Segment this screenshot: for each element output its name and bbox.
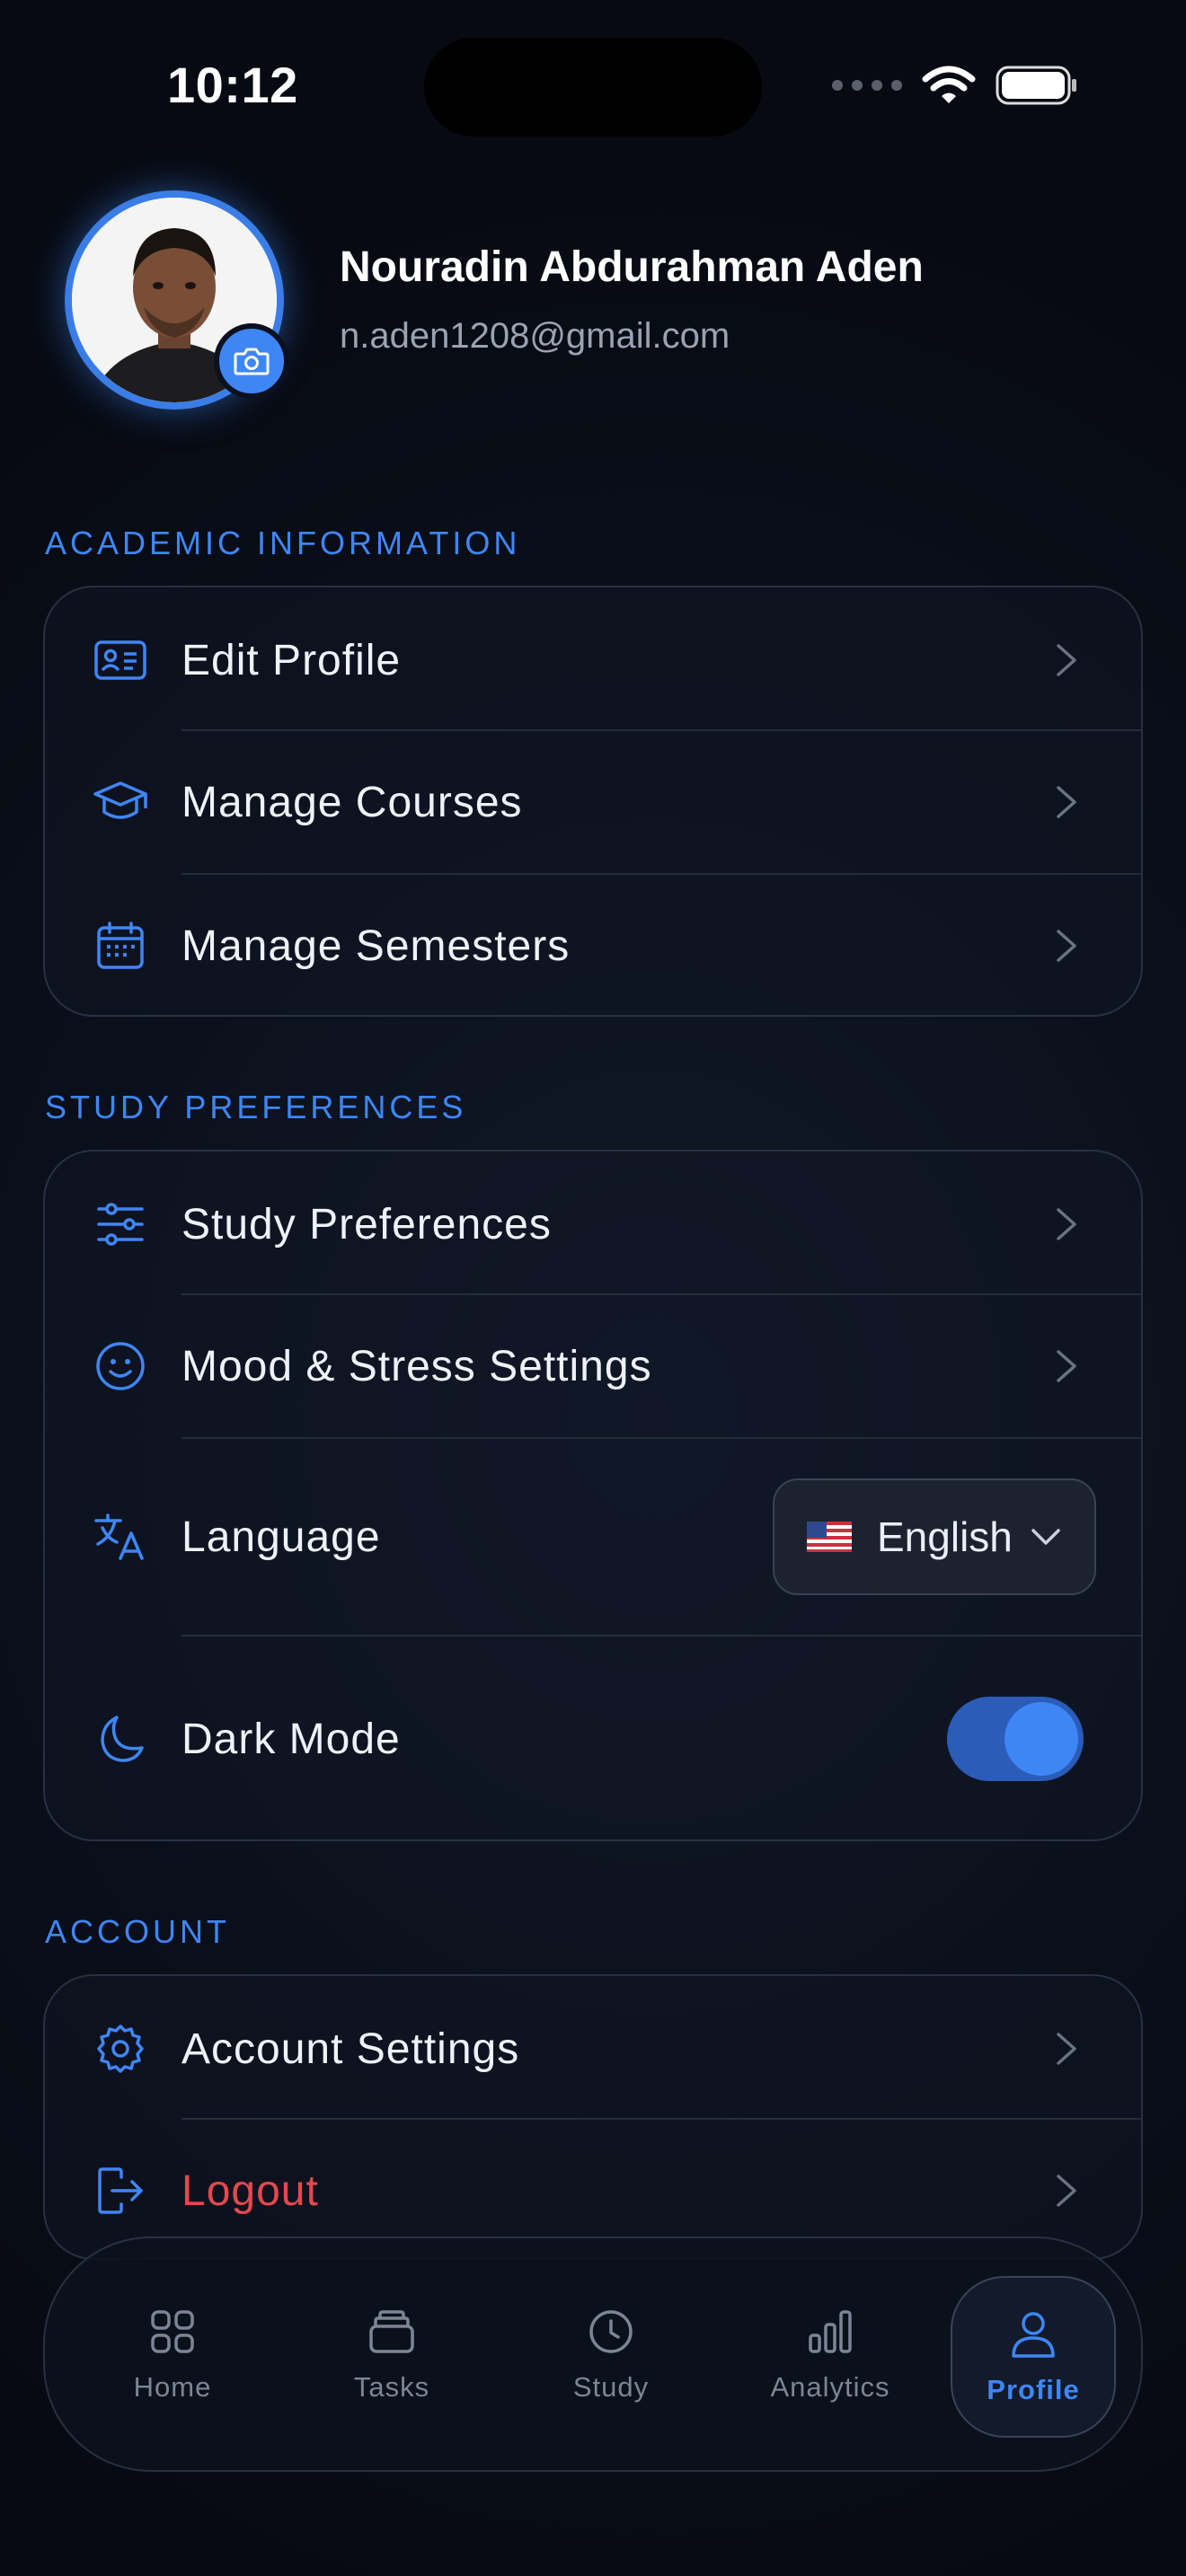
profile-email: n.aden1208@gmail.com (340, 316, 730, 356)
status-time: 10:12 (167, 57, 298, 113)
menu-item-label: Dark Mode (181, 1715, 401, 1763)
dynamic-island (424, 38, 762, 137)
chevron-right-icon (1057, 2175, 1076, 2207)
chevron-right-icon (1057, 2033, 1076, 2065)
menu-item-label: Edit Profile (181, 636, 402, 684)
menu-item-manage-courses[interactable]: Manage Courses (45, 731, 1141, 873)
tab-label: Study (572, 2371, 650, 2403)
menu-item-label: Study Preferences (181, 1200, 552, 1248)
chevron-right-icon (1057, 1208, 1076, 1240)
profile-name: Nouradin Abdurahman Aden (340, 243, 924, 291)
stack-icon (369, 2310, 414, 2353)
tab-label: Tasks (353, 2371, 430, 2403)
avatar-container[interactable] (65, 190, 289, 410)
menu-item-label: Manage Semesters (181, 922, 571, 970)
tab-analytics[interactable]: Analytics (731, 2238, 929, 2470)
section-title-study: STUDY PREFERENCES (45, 1089, 467, 1125)
dark-mode-toggle[interactable] (947, 1697, 1084, 1781)
menu-item-label: Language (181, 1513, 381, 1561)
chevron-right-icon (1057, 644, 1076, 676)
person-icon (1012, 2312, 1055, 2358)
account-card: Account Settings Logout (43, 1974, 1143, 2260)
menu-item-label-logout: Logout (181, 2166, 319, 2215)
tab-profile[interactable]: Profile (951, 2276, 1116, 2438)
language-value: English (877, 1513, 1013, 1560)
menu-item-account-settings[interactable]: Account Settings (45, 1978, 1141, 2120)
section-title-academic: ACADEMIC INFORMATION (45, 525, 521, 561)
status-indicators (832, 65, 1078, 106)
cellular-signal-icon (832, 80, 902, 91)
bottom-tab-bar: Home Tasks Study Analytics Profile (43, 2236, 1143, 2472)
wifi-icon (922, 66, 976, 103)
logout-icon (92, 2162, 149, 2219)
tab-study[interactable]: Study (512, 2238, 710, 2470)
academic-card: Edit Profile Manage Courses Manage Semes… (43, 586, 1143, 1017)
bar-chart-icon (809, 2310, 852, 2353)
graduation-cap-icon (92, 773, 149, 831)
menu-item-mood-stress[interactable]: Mood & Stress Settings (45, 1295, 1141, 1437)
sliders-icon (92, 1195, 149, 1253)
gear-icon (92, 2020, 149, 2078)
toggle-knob (1005, 1702, 1078, 1776)
id-card-icon (92, 631, 149, 689)
tab-label: Home (133, 2371, 212, 2403)
tab-tasks[interactable]: Tasks (293, 2238, 491, 2470)
menu-item-dark-mode: Dark Mode (45, 1636, 1141, 1839)
study-card: Study Preferences Mood & Stress Settings (43, 1150, 1143, 1841)
tab-label: Analytics (770, 2371, 890, 2403)
menu-item-label: Mood & Stress Settings (181, 1342, 652, 1390)
section-title-account: ACCOUNT (45, 1913, 230, 1950)
menu-item-language: Language English (45, 1439, 1141, 1635)
clock-icon (589, 2310, 633, 2353)
chevron-right-icon (1057, 930, 1076, 962)
language-select[interactable]: English (773, 1478, 1096, 1595)
menu-item-label: Account Settings (181, 2025, 520, 2073)
translate-icon (92, 1508, 149, 1566)
battery-icon (996, 66, 1076, 105)
chevron-right-icon (1057, 1350, 1076, 1382)
us-flag-icon (807, 1522, 852, 1552)
smile-icon (92, 1337, 149, 1395)
tab-home[interactable]: Home (74, 2238, 271, 2470)
chevron-down-icon (1031, 1529, 1060, 1545)
menu-item-label: Manage Courses (181, 778, 523, 826)
moon-icon (92, 1710, 149, 1768)
grid-icon (151, 2310, 194, 2353)
menu-item-study-preferences[interactable]: Study Preferences (45, 1153, 1141, 1295)
chevron-right-icon (1057, 786, 1076, 818)
menu-item-edit-profile[interactable]: Edit Profile (45, 589, 1141, 731)
menu-item-manage-semesters[interactable]: Manage Semesters (45, 875, 1141, 1015)
change-photo-button[interactable] (214, 323, 289, 399)
camera-icon (234, 348, 270, 375)
calendar-icon (92, 917, 149, 975)
tab-label: Profile (987, 2374, 1080, 2405)
